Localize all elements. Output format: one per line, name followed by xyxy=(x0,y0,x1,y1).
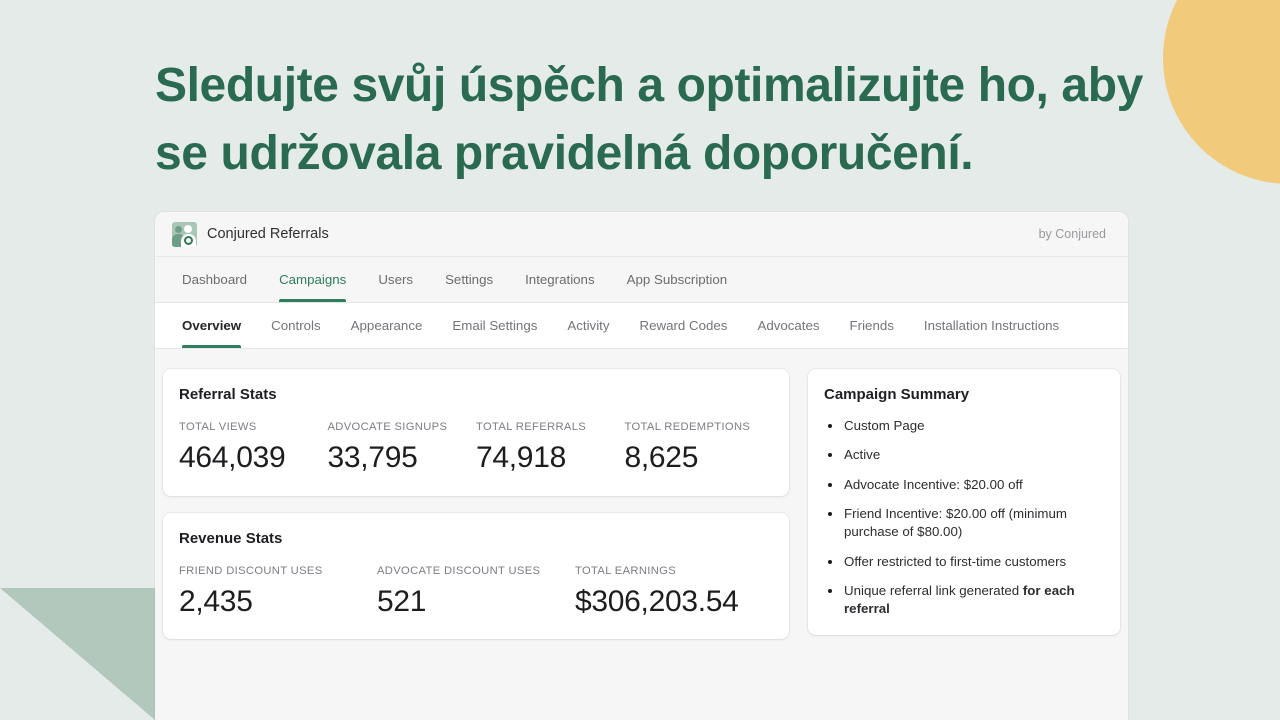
stat-value: 521 xyxy=(377,584,427,618)
revenue-stats-card: Revenue Stats FRIEND DISCOUNT USES 2,435… xyxy=(163,512,789,640)
decorative-circle-top-right xyxy=(1163,0,1280,184)
nav-item-app-subscription[interactable]: App Subscription xyxy=(611,257,744,302)
stat-label: FRIEND DISCOUNT USES xyxy=(179,564,323,577)
app-window: Conjured Referrals by Conjured Dashboard… xyxy=(155,212,1128,720)
tab-overview[interactable]: Overview xyxy=(172,303,256,348)
list-item: Offer restricted to first-time customers xyxy=(826,553,1102,571)
list-item-text: Unique referral link generated xyxy=(844,583,1023,599)
primary-navigation: Dashboard Campaigns Users Settings Integ… xyxy=(155,257,1128,303)
list-item: Active xyxy=(826,446,1102,464)
stat-value: 2,435 xyxy=(179,584,253,618)
stat-label: TOTAL REFERRALS xyxy=(476,421,587,433)
decorative-triangle-bottom-left xyxy=(0,588,155,720)
stat-value: $306,203.54 xyxy=(575,584,739,618)
list-item-text: Friend Incentive: $20.00 off (minimum pu… xyxy=(844,506,1067,540)
stat-value: 464,039 xyxy=(179,441,286,474)
stat-label: ADVOCATE SIGNUPS xyxy=(327,421,448,433)
stat-label: TOTAL EARNINGS xyxy=(575,564,677,577)
app-topbar: Conjured Referrals by Conjured xyxy=(155,212,1128,257)
tab-email-settings[interactable]: Email Settings xyxy=(437,303,552,348)
stat-label: TOTAL REDEMPTIONS xyxy=(624,421,751,433)
campaign-summary-card: Campaign Summary Custom Page Active Advo… xyxy=(808,369,1120,635)
stat-label: ADVOCATE DISCOUNT USES xyxy=(377,564,541,577)
stat-label: TOTAL VIEWS xyxy=(179,421,257,433)
stat-value: 8,625 xyxy=(624,441,699,474)
nav-item-dashboard[interactable]: Dashboard xyxy=(172,257,263,302)
tab-friends[interactable]: Friends xyxy=(835,303,909,348)
referral-stats-card: Referral Stats TOTAL VIEWS 464,039 ADVOC… xyxy=(163,369,789,496)
tab-appearance[interactable]: Appearance xyxy=(336,303,438,348)
nav-item-campaigns[interactable]: Campaigns xyxy=(263,257,362,302)
list-item-text: Advocate Incentive: $20.00 off xyxy=(844,476,1023,492)
campaign-summary-list: Custom Page Active Advocate Incentive: $… xyxy=(808,403,1120,619)
list-item: Advocate Incentive: $20.00 off xyxy=(826,476,1102,494)
page-headline: Sledujte svůj úspěch a optimalizujte ho,… xyxy=(155,59,1143,181)
tab-controls[interactable]: Controls xyxy=(256,303,336,348)
list-item: Friend Incentive: $20.00 off (minimum pu… xyxy=(826,505,1102,542)
campaign-summary-title: Campaign Summary xyxy=(824,386,970,403)
list-item-text: Offer restricted to first-time customers xyxy=(844,553,1067,569)
stat-advocate-signups: ADVOCATE SIGNUPS 33,795 xyxy=(328,421,477,474)
list-item: Custom Page xyxy=(826,417,1102,435)
stat-friend-discount-uses: FRIEND DISCOUNT USES 2,435 xyxy=(179,565,377,618)
stat-total-redemptions: TOTAL REDEMPTIONS 8,625 xyxy=(625,421,774,474)
nav-item-integrations[interactable]: Integrations xyxy=(509,257,610,302)
revenue-stats-row: FRIEND DISCOUNT USES 2,435 ADVOCATE DISC… xyxy=(163,547,789,640)
stat-total-views: TOTAL VIEWS 464,039 xyxy=(179,421,328,474)
brand-name: Conjured Referrals xyxy=(207,226,329,242)
people-avatar-icon xyxy=(172,221,197,247)
stat-advocate-discount-uses: ADVOCATE DISCOUNT USES 521 xyxy=(377,565,575,618)
stat-total-earnings: TOTAL EARNINGS $306,203.54 xyxy=(575,565,773,618)
nav-item-users[interactable]: Users xyxy=(362,257,429,302)
referral-stats-title: Referral Stats xyxy=(179,386,277,403)
secondary-tabs: Overview Controls Appearance Email Setti… xyxy=(155,303,1128,349)
tab-advocates[interactable]: Advocates xyxy=(742,303,834,348)
stat-value: 33,795 xyxy=(327,441,418,474)
list-item-text: Active xyxy=(844,447,881,463)
tab-reward-codes[interactable]: Reward Codes xyxy=(625,303,743,348)
stat-total-referrals: TOTAL REFERRALS 74,918 xyxy=(476,421,625,474)
app-content: Referral Stats TOTAL VIEWS 464,039 ADVOC… xyxy=(155,349,1128,720)
stats-column: Referral Stats TOTAL VIEWS 464,039 ADVOC… xyxy=(163,369,789,720)
list-item-text: Custom Page xyxy=(844,418,925,433)
brand: Conjured Referrals xyxy=(172,221,329,247)
stat-value: 74,918 xyxy=(476,441,566,474)
list-item: Unique referral link generated for each … xyxy=(826,582,1102,619)
nav-item-settings[interactable]: Settings xyxy=(429,257,509,302)
tab-installation-instructions[interactable]: Installation Instructions xyxy=(909,303,1074,348)
by-line: by Conjured xyxy=(1038,227,1106,241)
revenue-stats-title: Revenue Stats xyxy=(179,529,283,547)
referral-stats-row: TOTAL VIEWS 464,039 ADVOCATE SIGNUPS 33,… xyxy=(163,403,789,496)
summary-column: Campaign Summary Custom Page Active Advo… xyxy=(808,369,1120,720)
tab-activity[interactable]: Activity xyxy=(552,303,624,348)
